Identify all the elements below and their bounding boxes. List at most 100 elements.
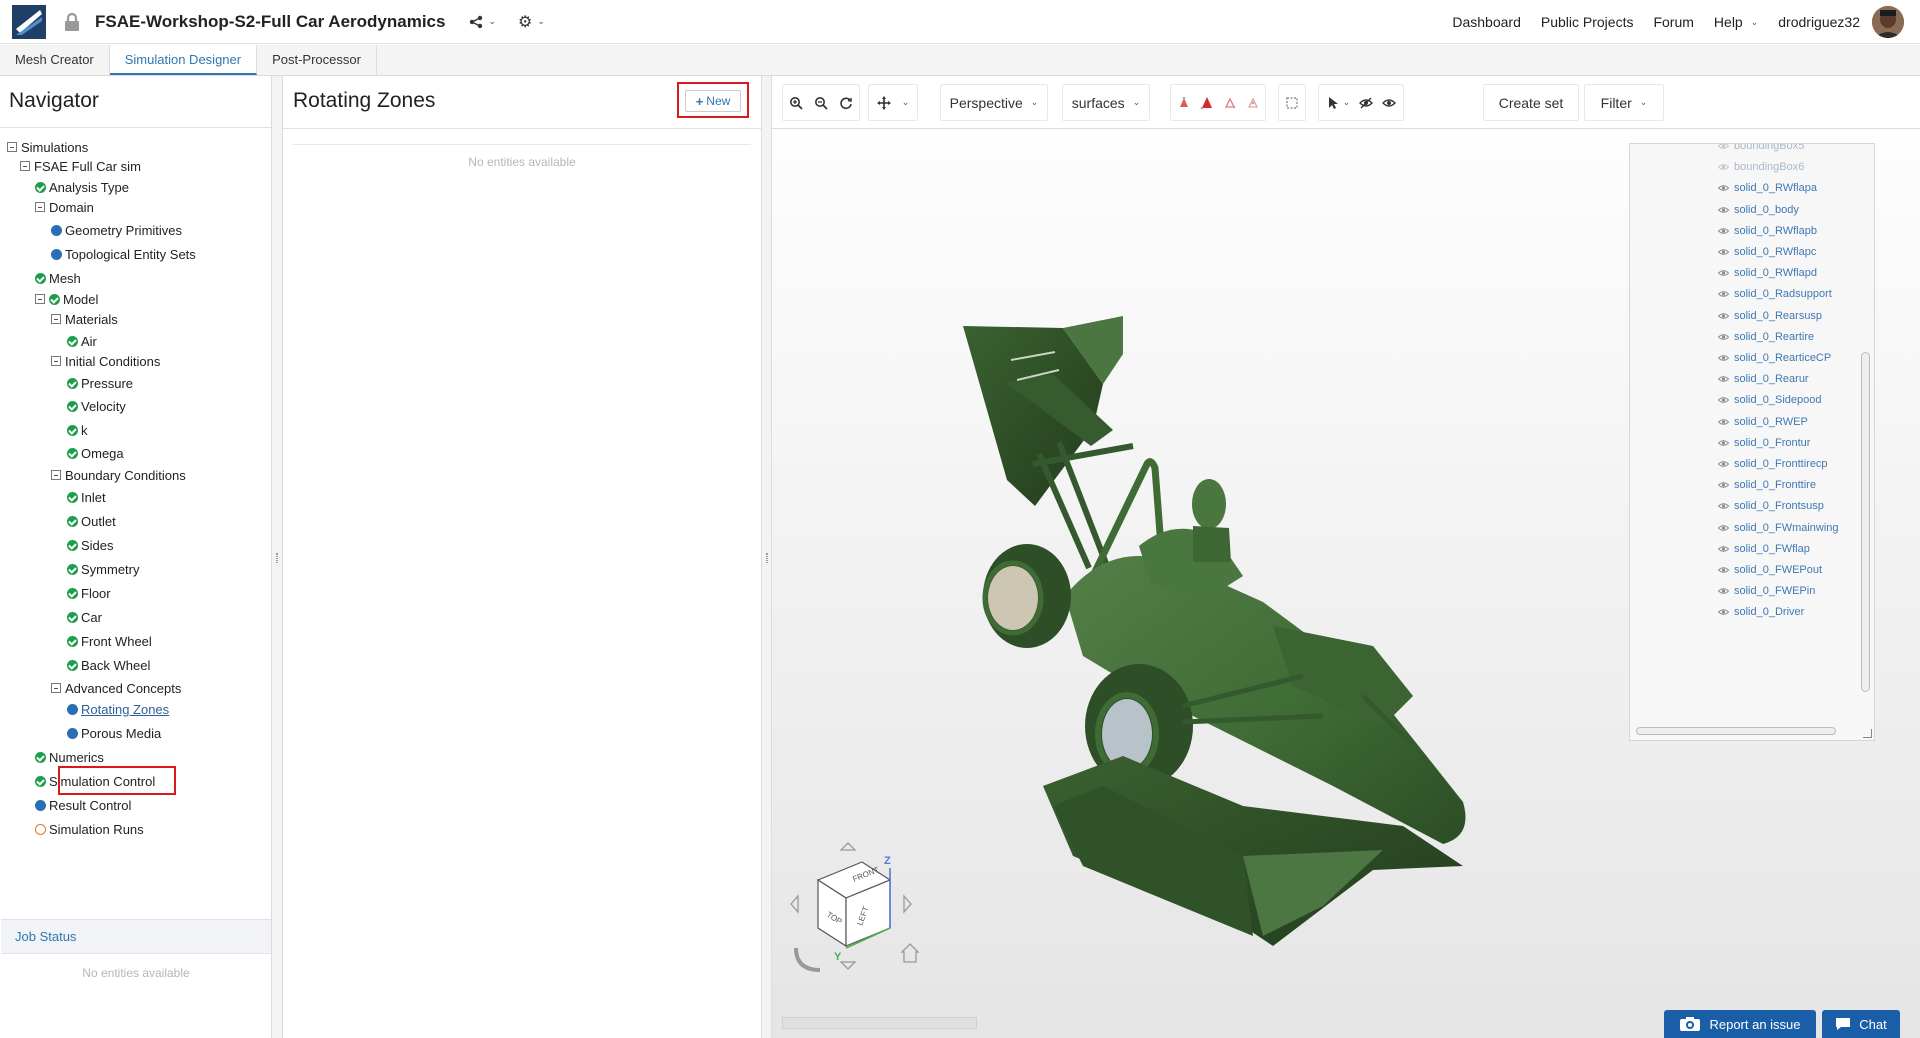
simscale-logo[interactable]: [12, 4, 46, 39]
entity-item[interactable]: solid_0_Rearur: [1718, 373, 1809, 385]
eye-icon[interactable]: [1718, 396, 1729, 404]
pan-tool[interactable]: ⌄: [868, 84, 918, 121]
rotate-icon[interactable]: [794, 947, 821, 972]
eye-icon[interactable]: [1718, 481, 1729, 489]
entity-item[interactable]: solid_0_Radsupport: [1718, 288, 1832, 300]
tree-item-simulation-runs[interactable]: Simulation Runs: [35, 820, 144, 838]
axis-view-icon[interactable]: [1223, 96, 1237, 110]
tree-item-analysis-type[interactable]: Analysis Type: [35, 178, 129, 196]
tree-item-front-wheel[interactable]: Front Wheel: [67, 632, 152, 650]
eye-icon[interactable]: [1718, 418, 1729, 426]
eye-icon[interactable]: [1718, 333, 1729, 341]
eye-icon[interactable]: [1718, 290, 1729, 298]
entity-item[interactable]: solid_0_RWflapd: [1718, 267, 1817, 279]
entity-item[interactable]: boundingBox5: [1718, 143, 1804, 152]
entity-item[interactable]: solid_0_Fronttire: [1718, 479, 1816, 491]
tab-post-processor[interactable]: Post-Processor: [257, 45, 377, 75]
eye-icon[interactable]: [1718, 248, 1729, 256]
tree-item-porous-media[interactable]: Porous Media: [67, 724, 161, 742]
entity-item[interactable]: solid_0_RWflapb: [1718, 225, 1817, 237]
entity-item[interactable]: solid_0_FWEPin: [1718, 585, 1815, 597]
view-up-arrow[interactable]: [839, 842, 857, 851]
tree-item-velocity[interactable]: Velocity: [67, 397, 126, 415]
tree-item-mesh[interactable]: Mesh: [35, 269, 81, 287]
tree-item-outlet[interactable]: Outlet: [67, 512, 116, 530]
vertical-scrollbar[interactable]: [1861, 352, 1870, 692]
view-down-arrow[interactable]: [839, 961, 857, 970]
tree-item-rotating-zones[interactable]: Rotating Zones: [67, 700, 169, 718]
tree-item-model[interactable]: Model: [35, 290, 98, 308]
tree-item-k[interactable]: k: [67, 421, 88, 439]
eye-icon[interactable]: [1718, 439, 1729, 447]
view-cube[interactable]: FRONT TOP LEFT Z Y: [782, 836, 932, 986]
tree-item-air[interactable]: Air: [67, 332, 97, 350]
splitter-grip[interactable]: [276, 553, 278, 563]
home-icon[interactable]: [900, 943, 920, 963]
collapse-icon[interactable]: [35, 202, 45, 212]
tree-item-geometry-primitives[interactable]: Geometry Primitives: [51, 221, 182, 239]
collapse-icon[interactable]: [51, 314, 61, 324]
collapse-icon[interactable]: [7, 142, 17, 152]
eye-icon[interactable]: [1718, 163, 1729, 171]
pointer-tool[interactable]: ⌄: [1326, 96, 1350, 110]
zoom-out-icon[interactable]: [814, 96, 828, 110]
collapse-icon[interactable]: [51, 356, 61, 366]
entity-item[interactable]: solid_0_Frontur: [1718, 437, 1810, 449]
entity-item[interactable]: solid_0_FWEPout: [1718, 564, 1822, 576]
collapse-icon[interactable]: [20, 161, 30, 171]
nav-dashboard[interactable]: Dashboard: [1452, 14, 1521, 30]
render-mode-dropdown[interactable]: surfaces ⌄: [1062, 84, 1150, 121]
entity-item[interactable]: solid_0_Driver: [1718, 606, 1804, 618]
tree-item-symmetry[interactable]: Symmetry: [67, 560, 140, 578]
view-right-arrow[interactable]: [903, 894, 912, 914]
tree-item-result-control[interactable]: Result Control: [35, 796, 131, 814]
horizontal-scrollbar[interactable]: [1636, 727, 1836, 735]
entity-item[interactable]: solid_0_FWflap: [1718, 543, 1810, 555]
tree-item-floor[interactable]: Floor: [67, 584, 111, 602]
tree-item-domain[interactable]: Domain: [35, 198, 94, 216]
eye-icon[interactable]: [1718, 608, 1729, 616]
entity-item[interactable]: solid_0_body: [1718, 204, 1799, 216]
new-button[interactable]: + New: [685, 90, 741, 112]
tree-item-topological-entity-sets[interactable]: Topological Entity Sets: [51, 245, 196, 263]
eye-icon[interactable]: [1718, 587, 1729, 595]
projection-dropdown[interactable]: Perspective ⌄: [940, 84, 1048, 121]
entity-item[interactable]: solid_0_RWflapa: [1718, 182, 1817, 194]
tree-item-sides[interactable]: Sides: [67, 536, 114, 554]
report-issue-button[interactable]: Report an issue: [1664, 1010, 1816, 1038]
eye-icon[interactable]: [1718, 566, 1729, 574]
entity-item[interactable]: solid_0_RWflapc: [1718, 246, 1816, 258]
collapse-icon[interactable]: [51, 470, 61, 480]
tree-item-car[interactable]: Car: [67, 608, 102, 626]
job-status-header[interactable]: Job Status: [1, 919, 271, 954]
eye-icon[interactable]: [1718, 143, 1729, 150]
splitter-left[interactable]: [272, 76, 282, 1038]
eye-icon[interactable]: [1718, 524, 1729, 532]
3d-viewer[interactable]: ⌄ Perspective ⌄ surfaces ⌄ ⌄ Create set: [771, 76, 1920, 1038]
avatar[interactable]: [1872, 6, 1904, 38]
box-select-tool[interactable]: [1278, 84, 1306, 121]
entity-item[interactable]: solid_0_Fronttirecp: [1718, 458, 1828, 470]
timeline-slider[interactable]: [782, 1017, 977, 1029]
tree-item-numerics[interactable]: Numerics: [35, 748, 104, 766]
car-model[interactable]: [943, 246, 1603, 946]
collapse-icon[interactable]: [51, 683, 61, 693]
entity-item[interactable]: solid_0_Rearsusp: [1718, 310, 1822, 322]
refresh-icon[interactable]: [839, 96, 853, 110]
eye-icon[interactable]: [1718, 502, 1729, 510]
tree-item-initial-conditions[interactable]: Initial Conditions: [51, 352, 160, 370]
view-left-arrow[interactable]: [790, 894, 799, 914]
eye-icon[interactable]: [1718, 545, 1729, 553]
eye-icon[interactable]: [1718, 460, 1729, 468]
chat-button[interactable]: Chat: [1822, 1010, 1900, 1038]
tree-item-fsae-full-car-sim[interactable]: FSAE Full Car sim: [20, 157, 141, 175]
settings-menu[interactable]: ⚙ ⌄: [518, 12, 545, 32]
collapse-icon[interactable]: [35, 294, 45, 304]
entity-item[interactable]: solid_0_Frontsusp: [1718, 500, 1824, 512]
create-set-button[interactable]: Create set: [1483, 84, 1579, 121]
eye-icon[interactable]: [1718, 184, 1729, 192]
tree-item-materials[interactable]: Materials: [51, 310, 118, 328]
eye-icon[interactable]: [1718, 269, 1729, 277]
resize-handle[interactable]: [1863, 729, 1872, 738]
splitter-grip[interactable]: [766, 553, 768, 563]
